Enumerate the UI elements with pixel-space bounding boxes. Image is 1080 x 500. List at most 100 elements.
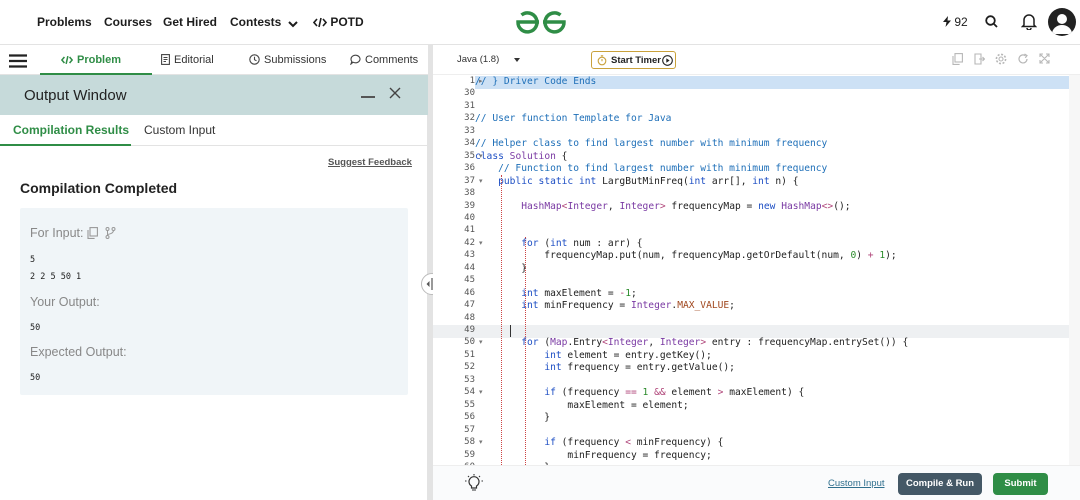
code-line: HashMap<Integer, Integer> frequencyMap =… (521, 200, 851, 212)
top-navbar: Problems Courses Get Hired Contests POTD… (0, 0, 1080, 45)
nav-contests[interactable]: Contests (230, 15, 298, 29)
export-icon[interactable] (974, 53, 985, 65)
suggest-feedback-link[interactable]: Suggest Feedback (328, 157, 412, 168)
close-icon[interactable] (389, 87, 401, 99)
lightning-icon (943, 16, 951, 27)
fullscreen-icon[interactable] (1039, 53, 1050, 64)
line-number: 37 (464, 175, 475, 186)
code-icon (60, 55, 74, 65)
timer-icon (597, 55, 607, 66)
code-line: int maxElement = -1; (521, 287, 637, 299)
custom-input-link[interactable]: Custom Input (828, 478, 885, 489)
language-value: Java (1.8) (457, 54, 500, 65)
text-cursor (510, 325, 511, 337)
nav-problems[interactable]: Problems (37, 15, 92, 29)
line-number: 45 (464, 275, 475, 286)
editor-scrollbar[interactable] (1069, 75, 1080, 465)
start-timer-label: Start Timer (611, 55, 661, 66)
code-icon (312, 17, 328, 28)
editor-toolbar: Java (1.8) Start Timer (433, 45, 1080, 75)
tab-custom-input[interactable]: Custom Input (144, 123, 215, 137)
line-number: 44 (464, 262, 475, 273)
avatar[interactable] (1048, 8, 1076, 36)
tab-comments-label: Comments (365, 54, 419, 66)
code-line: if (frequency < minFrequency) { (544, 437, 724, 449)
code-line: int frequency = entry.getValue(); (544, 362, 735, 374)
line-number: 34 (464, 138, 475, 149)
code-line: // Function to find largest number with … (498, 163, 828, 175)
line-number: 38 (464, 188, 475, 199)
line-number: 35 (464, 150, 475, 161)
code-line: // Helper class to find largest number w… (475, 138, 828, 150)
branch-icon[interactable] (105, 227, 116, 239)
input-line-2: 2 2 5 50 1 (30, 272, 82, 282)
line-number: 50 (464, 337, 475, 348)
submit-button[interactable]: Submit (993, 473, 1048, 495)
line-number: 49 (464, 325, 475, 335)
compile-run-button[interactable]: Compile & Run (898, 473, 982, 495)
caret-down-icon (514, 58, 520, 62)
tab-compilation-results[interactable]: Compilation Results (13, 123, 129, 137)
nav-potd-label: POTD (330, 15, 364, 29)
clock-icon (249, 54, 260, 65)
output-window-header: Output Window (0, 75, 428, 115)
code-editor-pane: Java (1.8) Start Timer 1 ▸// } Driver Cod… (433, 45, 1080, 500)
nav-get-hired[interactable]: Get Hired (163, 15, 217, 29)
code-line: frequencyMap.put(num, frequencyMap.getOr… (475, 250, 897, 262)
line-number: 42 (464, 237, 475, 248)
minimize-icon[interactable] (361, 96, 375, 98)
code-line: minFrequency = frequency; (475, 449, 712, 461)
code-line: maxElement = element; (475, 399, 689, 411)
code-line: int element = entry.getKey(); (544, 349, 712, 361)
code-line: class Solution { (475, 150, 568, 162)
user-icon (1052, 14, 1072, 34)
line-number: 57 (464, 424, 475, 435)
code-area[interactable]: 1 ▸// } Driver Code Ends 30 31 32// User fun… (433, 75, 1080, 465)
line-number: 47 (464, 300, 475, 311)
bell-icon[interactable] (1021, 13, 1037, 30)
editor-footer: Custom Input Compile & Run Submit (433, 465, 1080, 500)
code-line: } (475, 412, 551, 424)
reset-icon[interactable] (1017, 53, 1029, 65)
tab-comments[interactable]: Comments (349, 54, 419, 66)
code-line: int minFrequency = Integer.MAX_VALUE; (521, 300, 735, 312)
gfg-logo[interactable] (514, 8, 568, 36)
tab-editorial-label: Editorial (174, 54, 214, 66)
line-number: 31 (464, 100, 475, 111)
your-output-label: Your Output: (30, 295, 100, 309)
code-line: } (475, 262, 527, 274)
nav-courses[interactable]: Courses (104, 15, 152, 29)
line-number: 33 (464, 125, 475, 136)
tab-submissions[interactable]: Submissions (249, 54, 326, 66)
comment-icon (349, 54, 361, 66)
tab-editorial[interactable]: Editorial (161, 54, 214, 66)
line-number: 52 (464, 362, 475, 373)
copy-icon[interactable] (87, 227, 98, 239)
search-icon[interactable] (985, 15, 998, 28)
active-line-highlight (433, 325, 1069, 338)
input-line-1: 5 (30, 255, 36, 265)
line-number: 39 (464, 200, 475, 211)
your-output-value: 50 (30, 323, 41, 333)
document-icon (161, 54, 170, 65)
line-number: 30 (464, 88, 475, 99)
output-tabs: Compilation Results Custom Input (0, 115, 428, 146)
settings-icon[interactable] (995, 53, 1007, 65)
code-line: for (Map.Entry<Integer, Integer> entry :… (521, 337, 909, 349)
nav-potd[interactable]: POTD (312, 15, 364, 29)
language-select[interactable]: Java (1.8) (451, 51, 529, 69)
tab-problem[interactable]: Problem (60, 54, 121, 66)
code-line: if (frequency == 1 && element > maxEleme… (544, 387, 805, 399)
line-number: 51 (464, 349, 475, 360)
hamburger-menu-icon[interactable] (9, 54, 27, 68)
streak-counter[interactable]: 92 (943, 15, 968, 29)
line-number: 1 (469, 76, 475, 86)
line-number: 43 (464, 250, 475, 261)
lightbulb-icon[interactable] (465, 474, 483, 492)
copy-code-icon[interactable] (952, 53, 963, 65)
line-number: 46 (464, 287, 475, 298)
start-timer-button[interactable]: Start Timer (591, 51, 676, 69)
line-number: 56 (464, 412, 475, 423)
tab-submissions-label: Submissions (264, 54, 327, 66)
line-number: 53 (464, 374, 475, 385)
